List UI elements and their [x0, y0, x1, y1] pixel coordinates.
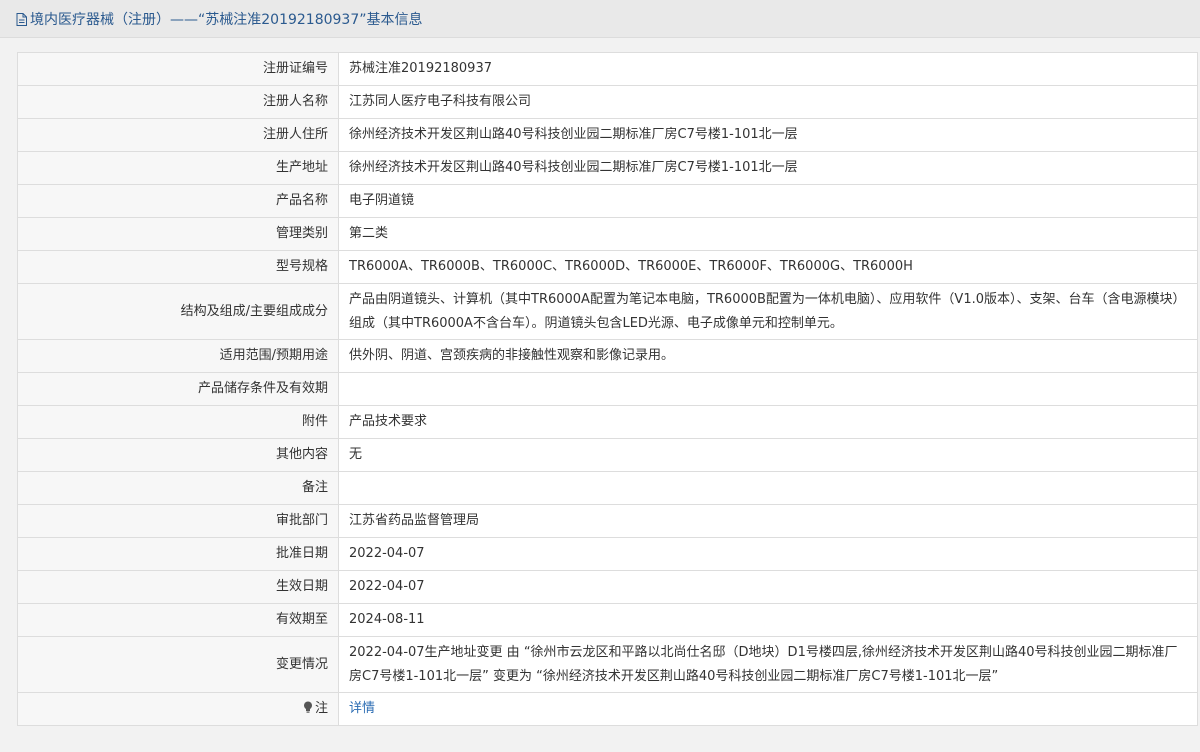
table-row: 生效日期 2022-04-07 — [17, 570, 1198, 604]
row-label: 注册人住所 — [17, 118, 339, 152]
row-label: 管理类别 — [17, 217, 339, 251]
table-row: 有效期至 2024-08-11 — [17, 603, 1198, 637]
row-label: 型号规格 — [17, 250, 339, 284]
row-label: 有效期至 — [17, 603, 339, 637]
table-row: 批准日期 2022-04-07 — [17, 537, 1198, 571]
table-row: 备注 — [17, 471, 1198, 505]
row-value: 徐州经济技术开发区荆山路40号科技创业园二期标准厂房C7号楼1-101北一层 — [338, 151, 1198, 185]
table-row: 生产地址 徐州经济技术开发区荆山路40号科技创业园二期标准厂房C7号楼1-101… — [17, 151, 1198, 185]
info-panel: 注册证编号 苏械注准20192180937 注册人名称 江苏同人医疗电子科技有限… — [0, 38, 1200, 752]
row-value: 2024-08-11 — [338, 603, 1198, 637]
note-label: 注 — [314, 701, 328, 716]
table-row: 审批部门 江苏省药品监督管理局 — [17, 504, 1198, 538]
row-value: 2022-04-07 — [338, 570, 1198, 604]
row-label: 备注 — [17, 471, 339, 505]
row-label: 注册人名称 — [17, 85, 339, 119]
row-value: TR6000A、TR6000B、TR6000C、TR6000D、TR6000E、… — [338, 250, 1198, 284]
lightbulb-icon — [303, 698, 313, 713]
row-value: 产品技术要求 — [338, 405, 1198, 439]
row-label: 审批部门 — [17, 504, 339, 538]
row-value — [338, 471, 1198, 505]
note-row: 注 详情 — [17, 692, 1198, 726]
row-label: 产品储存条件及有效期 — [17, 372, 339, 406]
row-label: 其他内容 — [17, 438, 339, 472]
row-value: 第二类 — [338, 217, 1198, 251]
row-label: 生产地址 — [17, 151, 339, 185]
table-row: 其他内容 无 — [17, 438, 1198, 472]
table-row: 产品名称 电子阴道镜 — [17, 184, 1198, 218]
row-label: 注册证编号 — [17, 52, 339, 86]
row-value: 2022-04-07生产地址变更 由 “徐州市云龙区和平路以北尚仕名邸（D地块）… — [338, 636, 1198, 693]
row-value: 供外阴、阴道、宫颈疾病的非接触性观察和影像记录用。 — [338, 339, 1198, 373]
table-row: 附件 产品技术要求 — [17, 405, 1198, 439]
row-value: 江苏省药品监督管理局 — [338, 504, 1198, 538]
page-title-bar: 境内医疗器械（注册）——“苏械注准20192180937”基本信息 — [0, 0, 1200, 38]
document-icon — [16, 13, 27, 26]
row-value: 徐州经济技术开发区荆山路40号科技创业园二期标准厂房C7号楼1-101北一层 — [338, 118, 1198, 152]
row-value — [338, 372, 1198, 406]
row-label: 变更情况 — [17, 636, 339, 693]
page-title: 境内医疗器械（注册）——“苏械注准20192180937”基本信息 — [30, 11, 423, 28]
row-label: 适用范围/预期用途 — [17, 339, 339, 373]
table-row: 注册证编号 苏械注准20192180937 — [17, 52, 1198, 86]
table-row: 注册人名称 江苏同人医疗电子科技有限公司 — [17, 85, 1198, 119]
table-row: 适用范围/预期用途 供外阴、阴道、宫颈疾病的非接触性观察和影像记录用。 — [17, 339, 1198, 373]
note-label-cell: 注 — [17, 692, 339, 726]
row-value: 2022-04-07 — [338, 537, 1198, 571]
table-row: 结构及组成/主要组成成分 产品由阴道镜头、计算机（其中TR6000A配置为笔记本… — [17, 283, 1198, 340]
info-table: 注册证编号 苏械注准20192180937 注册人名称 江苏同人医疗电子科技有限… — [17, 52, 1198, 726]
row-label: 生效日期 — [17, 570, 339, 604]
row-value: 无 — [338, 438, 1198, 472]
row-value: 江苏同人医疗电子科技有限公司 — [338, 85, 1198, 119]
row-label: 附件 — [17, 405, 339, 439]
row-label: 产品名称 — [17, 184, 339, 218]
table-row: 产品储存条件及有效期 — [17, 372, 1198, 406]
details-link[interactable]: 详情 — [349, 701, 375, 716]
row-label: 批准日期 — [17, 537, 339, 571]
row-label: 结构及组成/主要组成成分 — [17, 283, 339, 340]
row-value: 产品由阴道镜头、计算机（其中TR6000A配置为笔记本电脑，TR6000B配置为… — [338, 283, 1198, 340]
note-value-cell: 详情 — [338, 692, 1198, 726]
table-row: 变更情况 2022-04-07生产地址变更 由 “徐州市云龙区和平路以北尚仕名邸… — [17, 636, 1198, 693]
row-value: 电子阴道镜 — [338, 184, 1198, 218]
table-row: 型号规格 TR6000A、TR6000B、TR6000C、TR6000D、TR6… — [17, 250, 1198, 284]
table-row: 注册人住所 徐州经济技术开发区荆山路40号科技创业园二期标准厂房C7号楼1-10… — [17, 118, 1198, 152]
row-value: 苏械注准20192180937 — [338, 52, 1198, 86]
table-row: 管理类别 第二类 — [17, 217, 1198, 251]
